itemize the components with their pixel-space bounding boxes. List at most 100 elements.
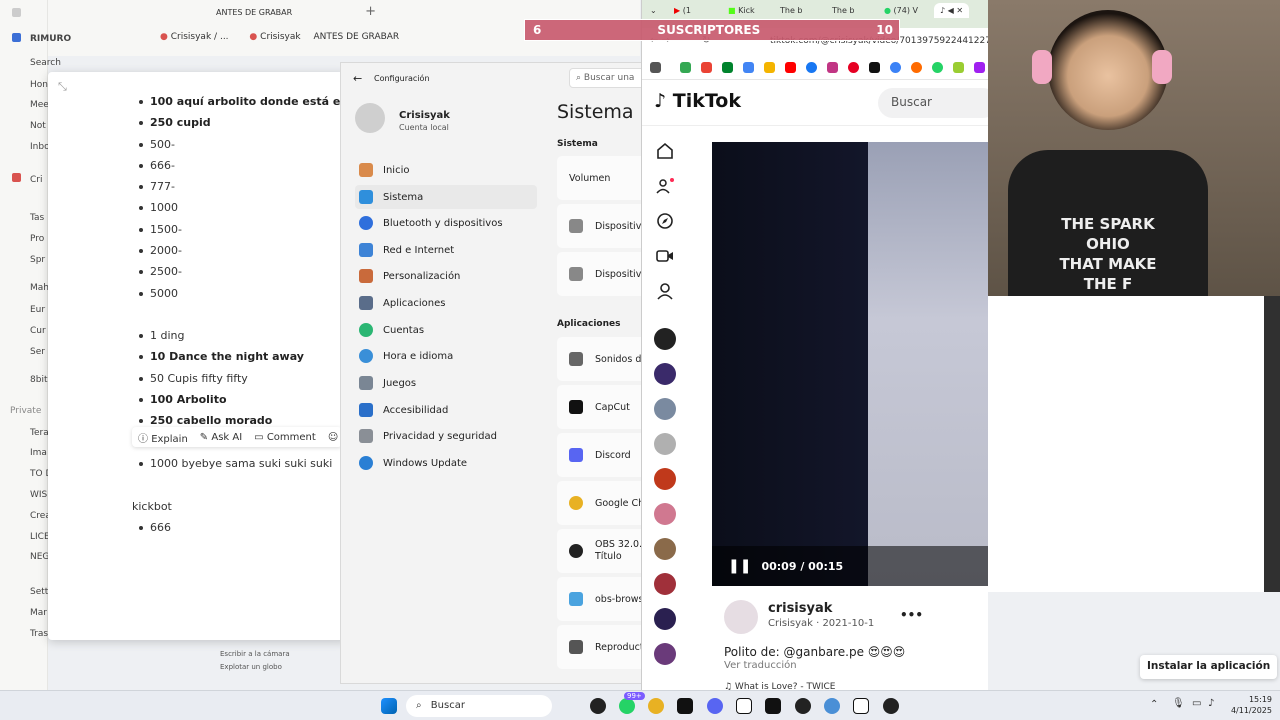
card-app-reproductor[interactable]: Reproduct: [557, 625, 647, 669]
avatar[interactable]: [654, 643, 676, 665]
sidebar-item[interactable]: Not: [30, 121, 46, 131]
avatar[interactable]: [654, 538, 676, 560]
notion-top-tab[interactable]: ANTES DE GRABAR +: [160, 4, 376, 19]
list-item[interactable]: 1 ding: [139, 325, 304, 346]
list-item[interactable]: 100 aquí arbolito donde está escrito tu: [138, 91, 348, 112]
volume-icon[interactable]: ♪: [1208, 698, 1214, 709]
list-item[interactable]: 250 cupid: [138, 112, 348, 133]
card-app-capcut[interactable]: CapCut: [557, 385, 647, 429]
author-name[interactable]: crisisyak: [768, 601, 832, 616]
explore-icon[interactable]: [656, 212, 674, 230]
list-item[interactable]: 777-: [138, 176, 348, 197]
avatar[interactable]: [654, 433, 676, 455]
avatar[interactable]: [654, 468, 676, 490]
bookmark-icon[interactable]: [890, 62, 901, 73]
translate-link[interactable]: Ver traducción: [724, 660, 797, 671]
tab-the-b-1[interactable]: The b: [780, 6, 803, 15]
pinterest-icon[interactable]: [848, 62, 859, 73]
sidebar-item[interactable]: 8bit: [30, 375, 47, 385]
calendar-icon[interactable]: [743, 62, 754, 73]
drive-icon[interactable]: [680, 62, 691, 73]
more-options-icon[interactable]: •••: [900, 608, 923, 622]
photos-icon[interactable]: [764, 62, 775, 73]
card-app-chrome[interactable]: Google Ch: [557, 481, 647, 525]
chatgpt-icon[interactable]: [590, 698, 606, 714]
breadcrumb-item[interactable]: Crisisyak: [260, 32, 300, 42]
nav-privacidad[interactable]: Privacidad y seguridad: [355, 424, 537, 448]
capcut-icon[interactable]: [765, 698, 781, 714]
bookmark-icon[interactable]: [974, 62, 985, 73]
avatar[interactable]: [654, 503, 676, 525]
sidebar-item[interactable]: Hon: [30, 80, 48, 90]
nav-inicio[interactable]: Inicio: [355, 158, 537, 182]
avatar[interactable]: [724, 600, 758, 634]
tiktok-icon[interactable]: [869, 62, 880, 73]
breadcrumb-item[interactable]: ANTES DE GRABAR: [313, 32, 399, 42]
facebook-icon[interactable]: [806, 62, 817, 73]
notion-icon[interactable]: [736, 698, 752, 714]
avatar[interactable]: [654, 608, 676, 630]
pause-icon[interactable]: ❚❚: [728, 558, 751, 574]
following-icon[interactable]: [656, 177, 674, 195]
sidebar-item[interactable]: Mah: [30, 283, 49, 293]
avatar[interactable]: [654, 328, 676, 350]
taskbar-search[interactable]: ⌕ Buscar: [406, 695, 552, 717]
new-tab-icon[interactable]: +: [365, 4, 376, 19]
breadcrumb-item[interactable]: Crisisyak: [171, 32, 211, 42]
tray-chevron-icon[interactable]: ⌃: [1150, 699, 1158, 710]
nav-bluetooth[interactable]: Bluetooth y dispositivos: [355, 211, 537, 235]
settings-search-input[interactable]: ⌕ Buscar una: [569, 68, 649, 88]
card-dispositivo-entrada[interactable]: Dispositivo: [557, 252, 647, 296]
nav-hora[interactable]: Hora e idioma: [355, 344, 537, 368]
sidebar-item[interactable]: Tas: [30, 213, 44, 223]
list-item[interactable]: 666: [139, 517, 171, 538]
microphone-icon[interactable]: 🎙: [1172, 698, 1185, 709]
collapse-icon[interactable]: ⤡: [58, 80, 67, 94]
sidebar-item[interactable]: Mar: [30, 608, 47, 618]
sidebar-item[interactable]: Inbo: [30, 142, 50, 152]
card-app-discord[interactable]: Discord: [557, 433, 647, 477]
settings-gear-icon[interactable]: [824, 698, 840, 714]
chrome-icon[interactable]: [648, 698, 664, 714]
sidebar-item[interactable]: NEG: [30, 552, 49, 562]
tiktok-video-player[interactable]: ❚❚ 00:09 / 00:15: [712, 142, 988, 586]
tab-list-icon[interactable]: ⌄: [650, 6, 657, 15]
tab-tiktok-active[interactable]: ♪ ◀ ✕: [934, 3, 970, 18]
apps-grid-icon[interactable]: [650, 62, 661, 73]
card-app-obs-browser[interactable]: obs-brows: [557, 577, 647, 621]
bookmark-icon[interactable]: [911, 62, 922, 73]
sidebar-item[interactable]: Pro: [30, 234, 44, 244]
card-volumen[interactable]: Volumen: [557, 156, 647, 200]
list-item[interactable]: 2500-: [138, 261, 348, 282]
list-item[interactable]: 500-: [138, 134, 348, 155]
sidebar-item[interactable]: Cur: [30, 326, 46, 336]
media-player-icon[interactable]: [883, 698, 899, 714]
back-arrow-icon[interactable]: ←: [353, 72, 362, 85]
install-app-button[interactable]: Instalar la aplicación: [1140, 655, 1278, 679]
bookmark-icon[interactable]: [953, 62, 964, 73]
discord-icon[interactable]: [707, 698, 723, 714]
sidebar-item[interactable]: WIS: [30, 490, 47, 500]
obs-icon[interactable]: [795, 698, 811, 714]
list-item[interactable]: 10 Dance the night away: [139, 346, 304, 367]
nav-windows-update[interactable]: Windows Update: [355, 451, 537, 475]
avatar[interactable]: [654, 398, 676, 420]
whatsapp-icon[interactable]: [619, 698, 635, 714]
profile-icon[interactable]: [656, 282, 674, 300]
avatar[interactable]: [355, 103, 385, 133]
gmail-icon[interactable]: [701, 62, 712, 73]
list-item[interactable]: 50 Cupis fifty fifty: [139, 368, 304, 389]
card-app-sonidos[interactable]: Sonidos de: [557, 337, 647, 381]
sidebar-item[interactable]: Spr: [30, 255, 45, 265]
sidebar-item[interactable]: Sett: [30, 587, 48, 597]
sidebar-item[interactable]: Tras: [30, 629, 48, 639]
sidebar-item[interactable]: Ser: [30, 347, 45, 357]
live-icon[interactable]: [656, 247, 674, 265]
list-item[interactable]: 666-: [138, 155, 348, 176]
tab-the-b-2[interactable]: The b: [832, 6, 855, 15]
avatar[interactable]: [654, 363, 676, 385]
notion-top-tab-label[interactable]: ANTES DE GRABAR: [216, 8, 292, 17]
nav-accesibilidad[interactable]: Accesibilidad: [355, 398, 537, 422]
tiktok-logo[interactable]: ♪ TikTok: [654, 90, 741, 112]
sidebar-item[interactable]: Eur: [30, 305, 45, 315]
